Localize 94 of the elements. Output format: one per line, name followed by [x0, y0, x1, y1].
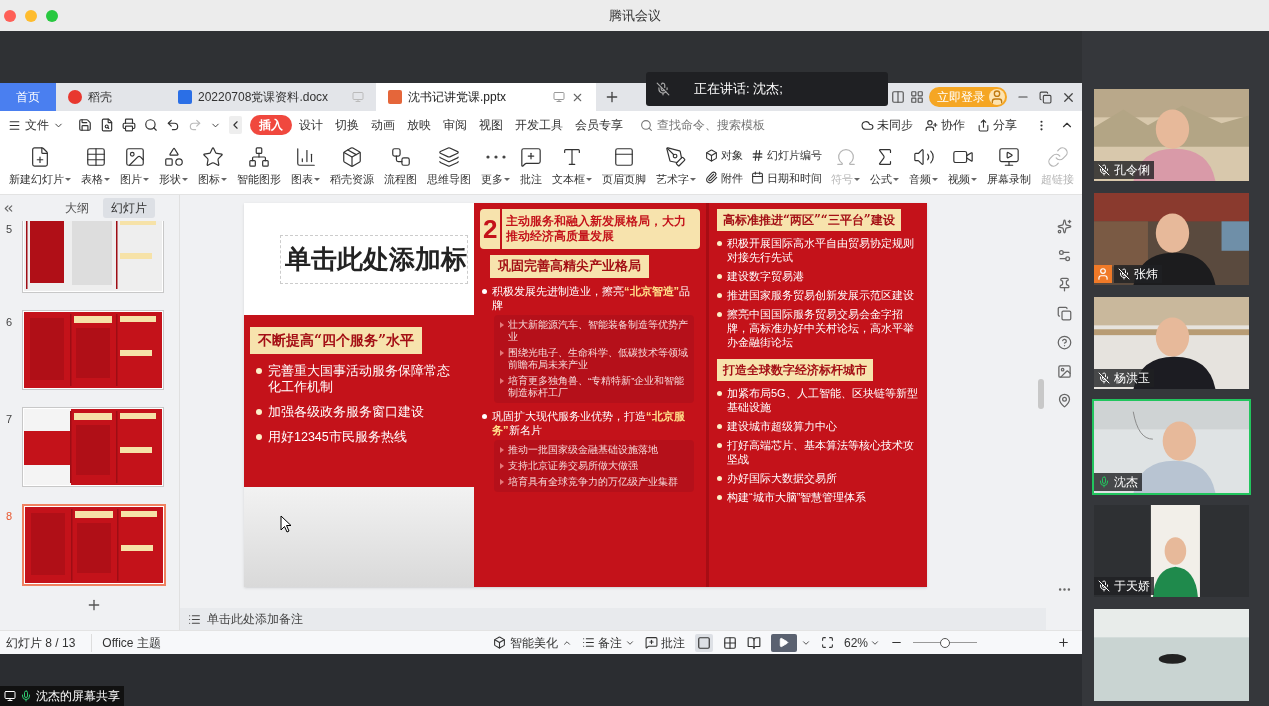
bullet-text: 办好国际大数据交易所 — [727, 471, 837, 485]
ribbon-button[interactable]: 形状 — [154, 145, 193, 188]
sub-bullet-text: 培育具有全球竞争力的万亿级产业集群 — [508, 475, 678, 488]
ribbon-button[interactable]: 日期和时间 — [751, 169, 822, 186]
bullet-text: 建设城市超级算力中心 — [727, 419, 837, 433]
ribbon-button[interactable]: 公式 — [865, 145, 904, 188]
ribbon-button[interactable]: 音频 — [904, 145, 943, 188]
bullet-text: 积极开展国际高水平自由贸易协定规则对接先行先试 — [727, 236, 915, 264]
ribbon-button[interactable]: 批注 — [515, 145, 547, 188]
bullet-text: 建设数字贸易港 — [727, 269, 804, 283]
ribbon-button[interactable]: 幻灯片编号 — [751, 147, 822, 164]
bullet-text: 擦亮中国国际服务贸易交易会金字招牌，高标准办好中关村论坛，高水平举办金融街论坛 — [727, 307, 915, 349]
ribbon-button[interactable]: 屏幕录制 — [982, 145, 1036, 188]
video-tile[interactable]: 杨洪玉 — [1092, 295, 1251, 391]
ribbon-tab[interactable]: 插入 — [250, 115, 292, 135]
ribbon-tab[interactable]: 开发工具 — [510, 115, 568, 135]
slide-number: 8 — [6, 509, 14, 524]
comments-button[interactable]: 批注 — [644, 633, 685, 652]
theme-name: Office 主题 — [91, 633, 161, 652]
share-label-text: 沈杰的屏幕共享 — [36, 688, 120, 705]
ribbon-button[interactable]: 图标 — [193, 145, 232, 188]
slide-number: 7 — [6, 412, 14, 427]
ribbon-button[interactable]: 新建幻灯片 — [4, 145, 76, 188]
ribbon-button[interactable]: 稻壳资源 — [325, 145, 379, 188]
sub-bullet-text: 支持北京证券交易所做大做强 — [508, 459, 638, 472]
sub-bullet-text: 壮大新能源汽车、智能装备制造等优势产业 — [508, 318, 688, 343]
toolbar-action[interactable]: 未同步 — [861, 116, 913, 134]
ribbon-button[interactable]: 艺术字 — [651, 145, 701, 188]
participant-name: 张炜 — [1134, 266, 1158, 283]
participant-name: 于天娇 — [1114, 578, 1150, 595]
notes-button[interactable]: 备注 — [581, 633, 635, 652]
zoom-level[interactable]: 62% — [843, 633, 880, 652]
document-tab[interactable]: 首页 — [0, 83, 56, 111]
video-tile[interactable]: 沈杰 — [1092, 399, 1251, 495]
bullet-text: 完善重大国事活动服务保障常态化工作机制 — [268, 363, 451, 395]
speaking-text: 正在讲话: 沈杰; — [694, 80, 783, 99]
document-tab[interactable]: 沈书记讲党课.pptx — [376, 83, 596, 111]
ribbon-button[interactable]: 页眉页脚 — [597, 145, 651, 188]
slide-counter: 幻灯片 8 / 13 — [6, 634, 76, 652]
ribbon-button[interactable]: 文本框 — [547, 145, 597, 188]
ribbon-tab[interactable]: 会员专享 — [570, 115, 628, 135]
ribbon-tab[interactable]: 动画 — [366, 115, 400, 135]
file-menu[interactable]: 文件 — [8, 116, 64, 134]
ribbon-button[interactable]: 智能图形 — [232, 145, 286, 188]
video-tile[interactable]: 张炜 — [1092, 191, 1251, 287]
bullet-text: 打好高端芯片、基本算法等核心技术攻坚战 — [727, 438, 915, 466]
ribbon-tab[interactable]: 设计 — [294, 115, 328, 135]
video-tile[interactable]: 于天娇 — [1092, 503, 1251, 599]
window-title: 腾讯会议 — [608, 6, 661, 25]
bullet-text: 用好12345市民服务热线 — [268, 429, 407, 445]
bullet-text: 巩固扩大现代服务业优势，打造“北京服务”新名片 — [492, 408, 686, 437]
panel-tab[interactable]: 大纲 — [57, 198, 97, 218]
ribbon-button[interactable]: 流程图 — [379, 145, 422, 188]
panel-tab[interactable]: 幻灯片 — [103, 198, 155, 218]
bullet-text: 积极发展先进制造业，擦亮“北京智造”品牌 — [492, 283, 691, 312]
bullet-text: 加强各级政务服务窗口建设 — [268, 404, 424, 420]
ribbon-button[interactable]: 图表 — [286, 145, 325, 188]
participant-name: 杨洪玉 — [1114, 370, 1150, 387]
ribbon-button[interactable]: 视频 — [943, 145, 982, 188]
section-banner: 打造全球数字经济标杆城市 — [717, 359, 873, 381]
slide-title[interactable]: 单击此处添加标 — [280, 234, 468, 284]
bullet-text: 构建“城市大脑”智慧管理体系 — [727, 490, 867, 504]
bullet-text: 推进国家服务贸易创新发展示范区建设 — [727, 288, 914, 302]
ribbon-button[interactable]: 表格 — [76, 145, 115, 188]
section-banner: 巩固完善高精尖产业格局 — [490, 255, 649, 278]
notes-placeholder[interactable]: 单击此处添加备注 — [207, 610, 303, 628]
video-tile[interactable]: 孔令俐 — [1092, 87, 1251, 183]
participant-name: 沈杰 — [1114, 474, 1138, 491]
document-tab[interactable]: 20220708党课资料.docx — [166, 83, 376, 111]
bullet-text: 加紧布局5G、人工智能、区块链等新型基础设施 — [727, 386, 919, 414]
ribbon-button[interactable]: 对象 — [705, 147, 743, 164]
beautify-button[interactable]: 智能美化 — [492, 633, 572, 652]
sub-bullet-text: 围绕光电子、生命科学、低碳技术等领域前瞻布局未来产业 — [508, 346, 688, 371]
sub-bullet-text: 培育更多独角兽、“专精特新”企业和智能制造标杆工厂 — [508, 374, 686, 399]
ribbon-button[interactable]: 附件 — [705, 169, 743, 186]
toolbar-action[interactable]: 协作 — [925, 116, 965, 134]
section-banner: 不断提高“四个服务”水平 — [250, 327, 423, 354]
participant-name: 孔令俐 — [1114, 162, 1150, 179]
slide-number: 5 — [6, 222, 14, 237]
ribbon-tab[interactable]: 视图 — [474, 115, 508, 135]
ribbon-tab[interactable]: 切换 — [330, 115, 364, 135]
section-number: 2 — [480, 209, 503, 249]
slide-number: 6 — [6, 315, 14, 330]
ribbon-tab[interactable]: 放映 — [402, 115, 436, 135]
toolbar-action[interactable]: 分享 — [977, 116, 1017, 134]
ribbon-button[interactable]: 图片 — [115, 145, 154, 188]
section-banner: 高标准推进“两区”“三平台”建设 — [717, 209, 901, 231]
command-search-field[interactable]: 查找命令、搜索模板 — [640, 116, 769, 134]
sub-bullet-text: 推动一批国家级金融基础设施落地 — [508, 443, 658, 456]
ribbon-tab[interactable]: 审阅 — [438, 115, 472, 135]
ribbon-button[interactable]: 思维导图 — [422, 145, 476, 188]
document-tab[interactable]: 稻壳 — [56, 83, 166, 111]
ribbon-button[interactable]: 更多 — [476, 145, 515, 188]
section-heading: 主动服务和融入新发展格局，大力推动经济高质量发展 — [505, 214, 688, 244]
